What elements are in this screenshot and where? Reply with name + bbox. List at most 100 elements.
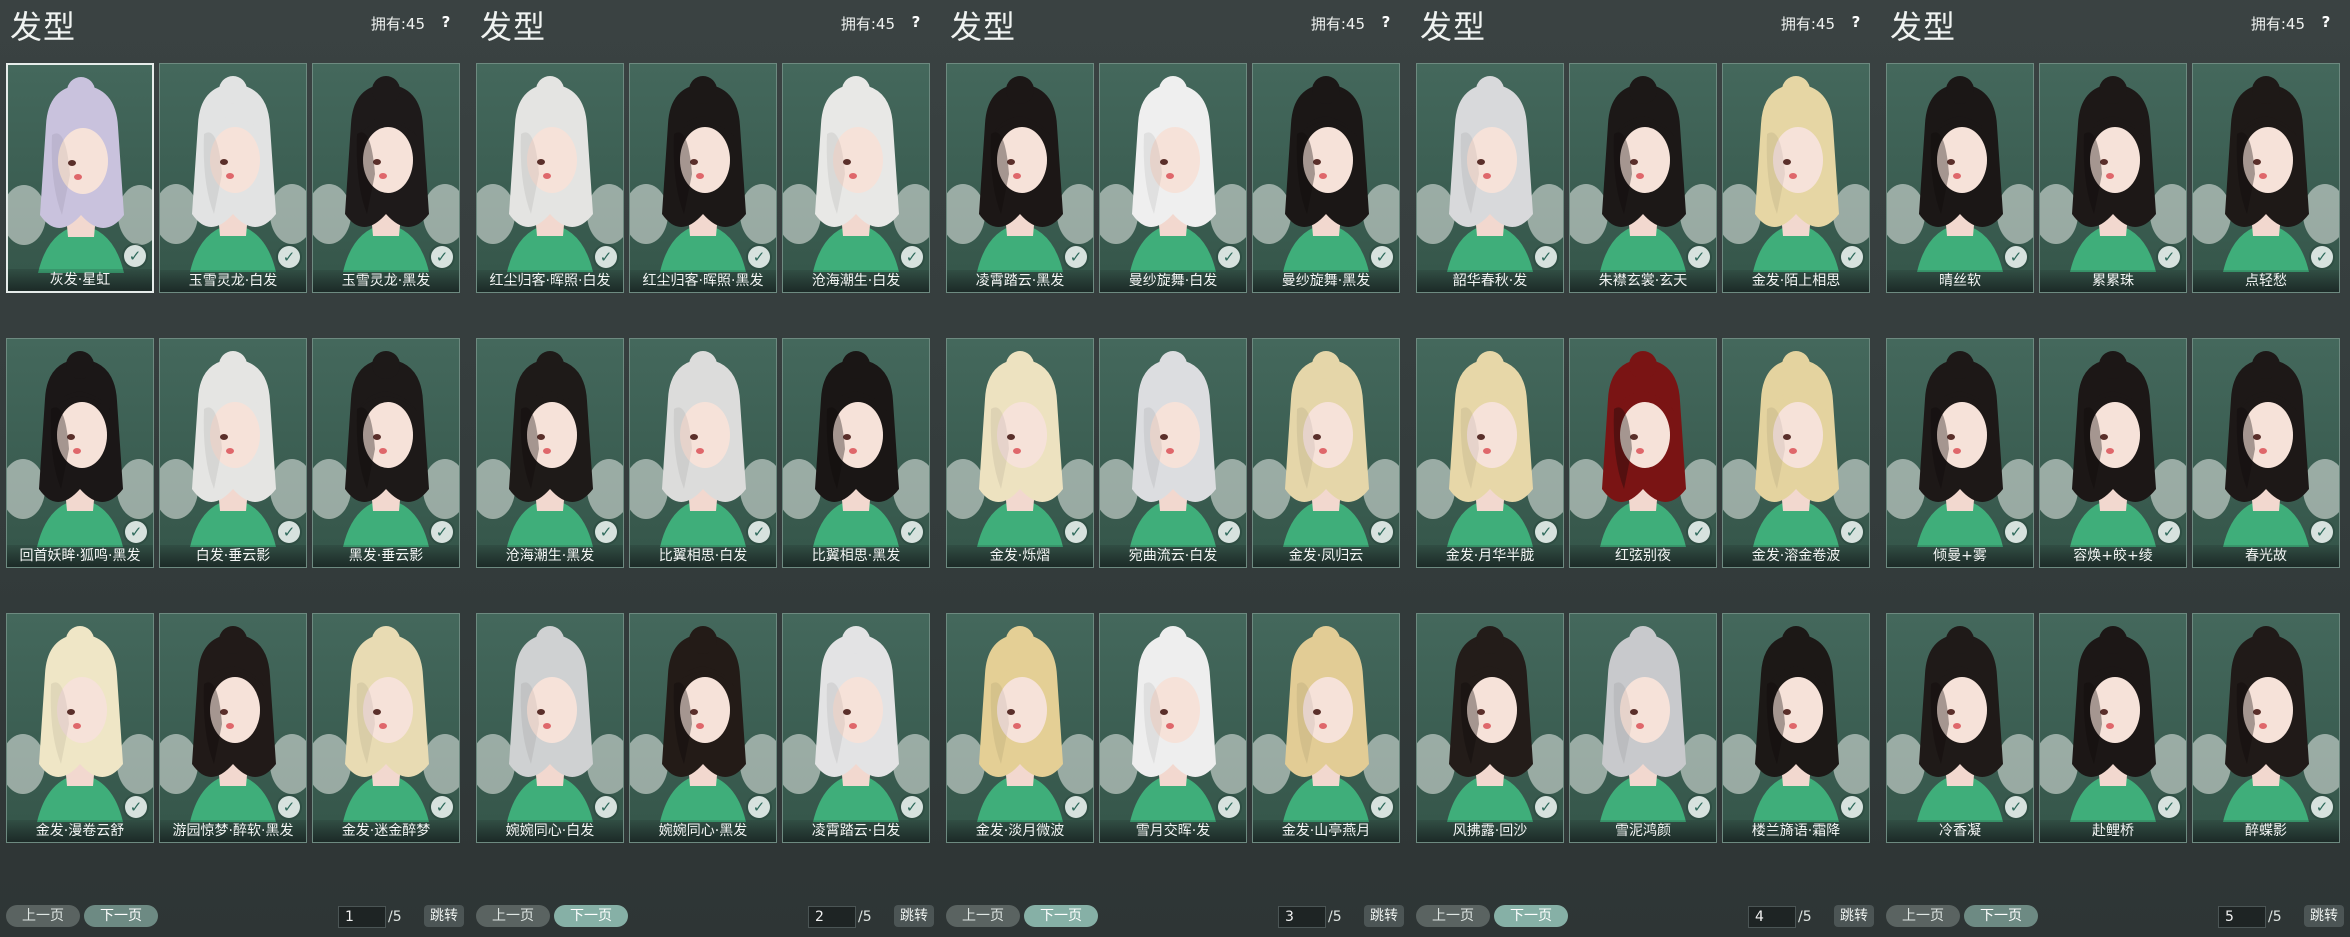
hairstyle-card[interactable]: ✓ 游园惊梦·醉软·黑发 [159, 613, 307, 843]
owned-count: 拥有:45 [2250, 15, 2305, 33]
hairstyle-card[interactable]: ✓ 容焕+皎+绫 [2039, 338, 2187, 568]
hairstyle-card[interactable]: ✓ 比翼相思·白发 [629, 338, 777, 568]
page-number-input[interactable] [808, 906, 856, 928]
hairstyle-card[interactable]: ✓ 红尘归客·晖照·黑发 [629, 63, 777, 293]
jump-button[interactable]: 跳转 [2304, 905, 2344, 927]
hairstyle-card[interactable]: ✓ 点轻愁 [2192, 63, 2340, 293]
hairstyle-card[interactable]: ✓ 比翼相思·黑发 [782, 338, 930, 568]
hairstyle-name: 金发·陌上相思 [1723, 270, 1869, 292]
help-icon[interactable]: ? [1376, 12, 1396, 32]
hairstyle-portrait [947, 351, 1093, 547]
owned-check-icon: ✓ [901, 246, 923, 268]
hairstyle-name: 冷香凝 [1887, 820, 2033, 842]
hairstyle-card[interactable]: ✓ 金发·凤归云 [1252, 338, 1400, 568]
next-page-button[interactable]: 下一页 [1964, 905, 2038, 927]
hairstyle-name: 雪泥鸿颜 [1570, 820, 1716, 842]
hairstyle-card[interactable]: ✓ 金发·陌上相思 [1722, 63, 1870, 293]
hairstyle-name: 春光故 [2193, 545, 2339, 567]
prev-page-button[interactable]: 上一页 [476, 905, 550, 927]
hairstyle-card[interactable]: ✓ 回首妖眸·狐鸣·黑发 [6, 338, 154, 568]
hairstyle-card[interactable]: ✓ 冷香凝 [1886, 613, 2034, 843]
owned-check-icon: ✓ [1841, 796, 1863, 818]
hairstyle-name: 倾曼+雾 [1887, 545, 2033, 567]
hairstyle-card[interactable]: ✓ 宛曲流云·白发 [1099, 338, 1247, 568]
hairstyle-portrait [1100, 626, 1246, 822]
hairstyle-portrait [1723, 351, 1869, 547]
hairstyle-name: 风拂露·回沙 [1417, 820, 1563, 842]
hairstyle-name: 雪月交晖·发 [1100, 820, 1246, 842]
hairstyle-card[interactable]: ✓ 玉雪灵龙·白发 [159, 63, 307, 293]
owned-check-icon: ✓ [595, 521, 617, 543]
prev-page-button[interactable]: 上一页 [1886, 905, 1960, 927]
hairstyle-portrait [160, 76, 306, 272]
hairstyle-card[interactable]: ✓ 金发·淡月微波 [946, 613, 1094, 843]
hairstyle-card[interactable]: ✓ 白发·垂云影 [159, 338, 307, 568]
next-page-button[interactable]: 下一页 [1494, 905, 1568, 927]
hairstyle-card[interactable]: ✓ 累累珠 [2039, 63, 2187, 293]
jump-button[interactable]: 跳转 [1834, 905, 1874, 927]
hairstyle-card[interactable]: ✓ 婉婉同心·白发 [476, 613, 624, 843]
hairstyle-portrait [2193, 626, 2339, 822]
hairstyle-card[interactable]: ✓ 雪泥鸿颜 [1569, 613, 1717, 843]
hairstyle-card[interactable]: ✓ 雪月交晖·发 [1099, 613, 1247, 843]
page-number-input[interactable] [2218, 906, 2266, 928]
hairstyle-card[interactable]: ✓ 朱襟玄裳·玄天 [1569, 63, 1717, 293]
pagination-bar: 上一页下一页/5 跳转 [940, 903, 1410, 933]
page-number-input[interactable] [1278, 906, 1326, 928]
help-icon[interactable]: ? [436, 12, 456, 32]
hairstyle-card[interactable]: ✓ 金发·漫卷云舒 [6, 613, 154, 843]
hairstyle-card[interactable]: ✓ 沧海潮生·黑发 [476, 338, 624, 568]
hairstyle-card[interactable]: ✓ 金发·溶金卷波 [1722, 338, 1870, 568]
prev-page-button[interactable]: 上一页 [946, 905, 1020, 927]
owned-check-icon: ✓ [2005, 246, 2027, 268]
help-icon[interactable]: ? [2316, 12, 2336, 32]
hairstyle-name: 金发·淡月微波 [947, 820, 1093, 842]
jump-button[interactable]: 跳转 [894, 905, 934, 927]
hairstyle-portrait [630, 76, 776, 272]
hairstyle-portrait [783, 351, 929, 547]
hairstyle-card[interactable]: ✓ 春光故 [2192, 338, 2340, 568]
hairstyle-card[interactable]: ✓ 金发·烁熠 [946, 338, 1094, 568]
hairstyle-card[interactable]: ✓ 晴丝软 [1886, 63, 2034, 293]
jump-button[interactable]: 跳转 [1364, 905, 1404, 927]
hairstyle-card[interactable]: ✓ 灰发·星虹 [6, 63, 154, 293]
hairstyle-card[interactable]: ✓ 楼兰旖语·霜降 [1722, 613, 1870, 843]
page-number-input[interactable] [338, 906, 386, 928]
hairstyle-card[interactable]: ✓ 凌霄踏云·白发 [782, 613, 930, 843]
hairstyle-card[interactable]: ✓ 韶华春秋·发 [1416, 63, 1564, 293]
hairstyle-card[interactable]: ✓ 黑发·垂云影 [312, 338, 460, 568]
next-page-button[interactable]: 下一页 [84, 905, 158, 927]
hairstyle-card[interactable]: ✓ 醉蝶影 [2192, 613, 2340, 843]
hairstyle-card[interactable]: ✓ 风拂露·回沙 [1416, 613, 1564, 843]
hairstyle-card[interactable]: ✓ 曼纱旋舞·黑发 [1252, 63, 1400, 293]
page-number-input[interactable] [1748, 906, 1796, 928]
prev-page-button[interactable]: 上一页 [1416, 905, 1490, 927]
hairstyle-card[interactable]: ✓ 金发·月华半胧 [1416, 338, 1564, 568]
jump-button[interactable]: 跳转 [424, 905, 464, 927]
help-icon[interactable]: ? [1846, 12, 1866, 32]
help-icon[interactable]: ? [906, 12, 926, 32]
prev-page-button[interactable]: 上一页 [6, 905, 80, 927]
hairstyle-card[interactable]: ✓ 金发·迷金醉梦 [312, 613, 460, 843]
next-page-button[interactable]: 下一页 [1024, 905, 1098, 927]
owned-check-icon: ✓ [1065, 796, 1087, 818]
hairstyle-card[interactable]: ✓ 金发·山亭燕月 [1252, 613, 1400, 843]
hairstyle-card[interactable]: ✓ 沧海潮生·白发 [782, 63, 930, 293]
hairstyle-card[interactable]: ✓ 婉婉同心·黑发 [629, 613, 777, 843]
owned-check-icon: ✓ [1218, 521, 1240, 543]
hairstyle-portrait [1253, 626, 1399, 822]
hairstyle-card[interactable]: ✓ 赴鲤桥 [2039, 613, 2187, 843]
hairstyle-name: 朱襟玄裳·玄天 [1570, 270, 1716, 292]
hairstyle-card[interactable]: ✓ 玉雪灵龙·黑发 [312, 63, 460, 293]
panel-title: 发型 [1890, 8, 1957, 46]
hairstyle-name: 曼纱旋舞·白发 [1100, 270, 1246, 292]
hairstyle-card[interactable]: ✓ 曼纱旋舞·白发 [1099, 63, 1247, 293]
hairstyle-card[interactable]: ✓ 红弦别夜 [1569, 338, 1717, 568]
hairstyle-card[interactable]: ✓ 凌霄踏云·黑发 [946, 63, 1094, 293]
panel-header: 发型 拥有:45? [470, 0, 940, 48]
hairstyle-card[interactable]: ✓ 红尘归客·晖照·白发 [476, 63, 624, 293]
hairstyle-card[interactable]: ✓ 倾曼+雾 [1886, 338, 2034, 568]
hairstyle-portrait [477, 626, 623, 822]
next-page-button[interactable]: 下一页 [554, 905, 628, 927]
hairstyle-portrait [947, 76, 1093, 272]
